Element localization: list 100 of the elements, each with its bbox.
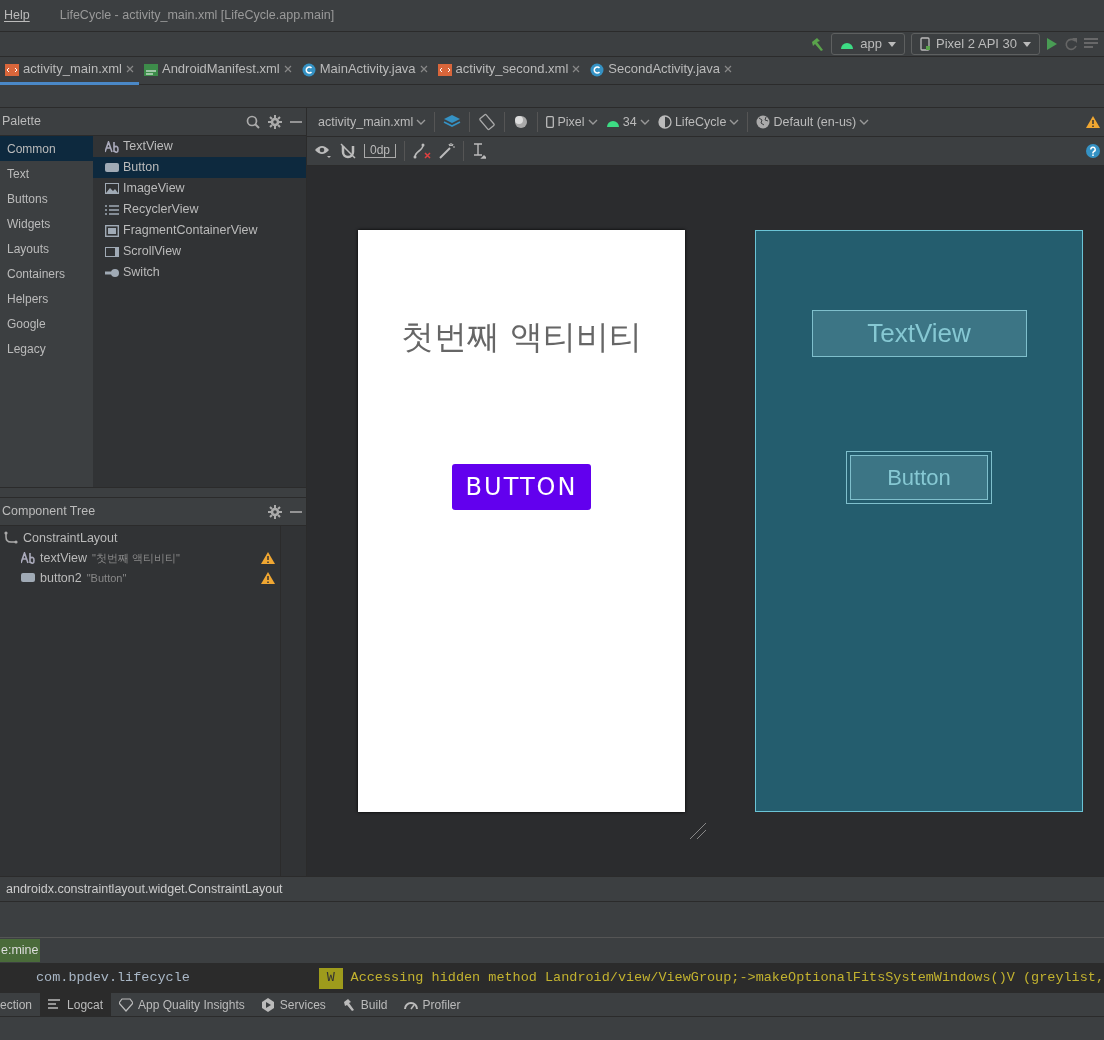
- run-configuration-dropdown[interactable]: app: [831, 33, 906, 55]
- palette-item[interactable]: Switch: [93, 262, 306, 283]
- palette-category[interactable]: Text: [0, 161, 93, 186]
- palette-category[interactable]: Helpers: [0, 286, 93, 311]
- palette-item[interactable]: ScrollView: [93, 241, 306, 262]
- logcat-filter[interactable]: e:mine: [0, 939, 40, 962]
- fragment-icon: [105, 224, 119, 237]
- palette-item[interactable]: TextView: [93, 136, 306, 157]
- menu-item[interactable]: Help: [4, 6, 30, 25]
- palette-category[interactable]: Common: [0, 136, 93, 161]
- editor-tab[interactable]: activity_second.xml: [432, 56, 586, 85]
- default-margin-field[interactable]: 0dp: [364, 144, 397, 158]
- palette-category[interactable]: Layouts: [0, 236, 93, 261]
- globe-icon: [756, 115, 771, 129]
- night-mode-icon[interactable]: [513, 114, 530, 130]
- api-level-dropdown[interactable]: 34: [605, 112, 650, 132]
- scroll-view-icon: [105, 245, 119, 258]
- warning-icon[interactable]: [261, 552, 275, 564]
- switch-icon: [105, 266, 119, 279]
- button-icon: [21, 572, 35, 584]
- node-label: button2: [40, 569, 82, 587]
- close-icon[interactable]: [283, 65, 292, 73]
- tool-window-tab[interactable]: Logcat: [40, 992, 112, 1017]
- settings-icon[interactable]: [268, 114, 282, 129]
- close-icon[interactable]: [125, 65, 134, 73]
- search-icon[interactable]: [246, 114, 260, 129]
- warning-icon[interactable]: [1086, 116, 1100, 128]
- run-icon[interactable]: [1046, 37, 1058, 51]
- palette-category[interactable]: Google: [0, 311, 93, 336]
- gem-icon: [119, 997, 134, 1012]
- node-label: textView: [40, 549, 87, 567]
- node-text: "Button": [86, 570, 128, 586]
- theme-dropdown[interactable]: LifeCycle: [657, 112, 740, 132]
- warning-icon[interactable]: [261, 572, 275, 584]
- editor-tab[interactable]: SecondActivity.java: [585, 56, 738, 85]
- window-title: LifeCycle - activity_main.xml [LifeCycle.app.main]: [59, 7, 335, 25]
- editor-tab[interactable]: MainActivity.java: [296, 56, 433, 85]
- chevron-down-icon: [416, 118, 427, 126]
- caret-icon: [888, 41, 897, 47]
- palette-item[interactable]: RecyclerView: [93, 199, 306, 220]
- tool-window-tab[interactable]: ection: [0, 992, 41, 1017]
- settings-icon[interactable]: [268, 504, 282, 519]
- palette-category[interactable]: Buttons: [0, 186, 93, 211]
- magnet-off-icon[interactable]: [340, 143, 356, 159]
- tool-window-tab[interactable]: Profiler: [395, 992, 469, 1017]
- tool-window-tab[interactable]: App Quality Insights: [111, 992, 253, 1017]
- button-icon: [105, 161, 119, 174]
- list-icon: [105, 203, 119, 216]
- device-dropdown[interactable]: Pixel 2 API 30: [911, 33, 1040, 55]
- help-icon[interactable]: [1086, 144, 1100, 158]
- preview-text: 첫번째 액티비티: [400, 316, 643, 358]
- tree-node[interactable]: ConstraintLayout: [0, 528, 280, 548]
- text-icon: [21, 552, 35, 564]
- class-file-icon: [301, 61, 316, 77]
- tree-node[interactable]: textView "첫번째 액티비티": [0, 548, 280, 568]
- panel-title: Palette: [2, 113, 42, 131]
- palette-category[interactable]: Containers: [0, 261, 93, 286]
- image-icon: [105, 182, 119, 195]
- close-icon[interactable]: [724, 65, 733, 73]
- clear-constraints-icon[interactable]: [413, 143, 432, 159]
- chevron-down-icon: [587, 118, 598, 126]
- locale-dropdown[interactable]: Default (en-us): [756, 112, 870, 132]
- rotate-icon[interactable]: [478, 113, 497, 131]
- theme-icon: [657, 115, 672, 129]
- node-text: "첫번째 액티비티": [92, 550, 181, 566]
- file-dropdown[interactable]: activity_main.xml: [318, 112, 427, 132]
- text-icon: [105, 140, 119, 153]
- close-icon[interactable]: [572, 65, 581, 73]
- hammer-icon: [341, 997, 356, 1012]
- editor-tab[interactable]: AndroidManifest.xml: [138, 56, 297, 85]
- phone-icon: [920, 37, 931, 51]
- log-level: W: [319, 968, 343, 989]
- device-dropdown[interactable]: Pixel: [546, 112, 598, 132]
- chevron-down-icon: [729, 118, 740, 126]
- resize-handle-icon[interactable]: [689, 822, 707, 840]
- constraint-layout-icon: [4, 531, 18, 545]
- palette-item[interactable]: FragmentContainerView: [93, 220, 306, 241]
- blueprint-text-view: TextView: [811, 310, 1027, 357]
- eye-icon[interactable]: [314, 144, 332, 158]
- tree-node[interactable]: button2 "Button": [0, 568, 280, 588]
- palette-item[interactable]: ImageView: [93, 178, 306, 199]
- palette-category[interactable]: Legacy: [0, 336, 93, 361]
- breadcrumb[interactable]: androidx.constraintlayout.widget.ConstraintLayout: [0, 876, 1104, 902]
- magic-wand-icon[interactable]: [439, 143, 456, 159]
- hammer-icon[interactable]: [809, 36, 826, 52]
- panel-title: Component Tree: [2, 503, 97, 521]
- preview-button[interactable]: BUTTON: [451, 463, 592, 510]
- chevron-down-icon: [859, 118, 870, 126]
- close-icon[interactable]: [419, 65, 428, 73]
- class-file-icon: [590, 61, 605, 77]
- services-icon: [260, 997, 275, 1012]
- tool-window-tab[interactable]: Build: [333, 992, 396, 1017]
- palette-category[interactable]: Widgets: [0, 211, 93, 236]
- restart-icon[interactable]: [1064, 37, 1078, 51]
- palette-item[interactable]: Button: [93, 157, 306, 178]
- tool-window-tab[interactable]: Services: [252, 992, 334, 1017]
- chevron-down-icon: [639, 118, 650, 126]
- log-message: Accessing hidden method Landroid/view/ViewGroup;->makeOptionalFitsSystemWindows()V (greylist,: [350, 969, 1104, 988]
- align-icon[interactable]: [472, 143, 487, 159]
- caret-icon: [1023, 41, 1031, 47]
